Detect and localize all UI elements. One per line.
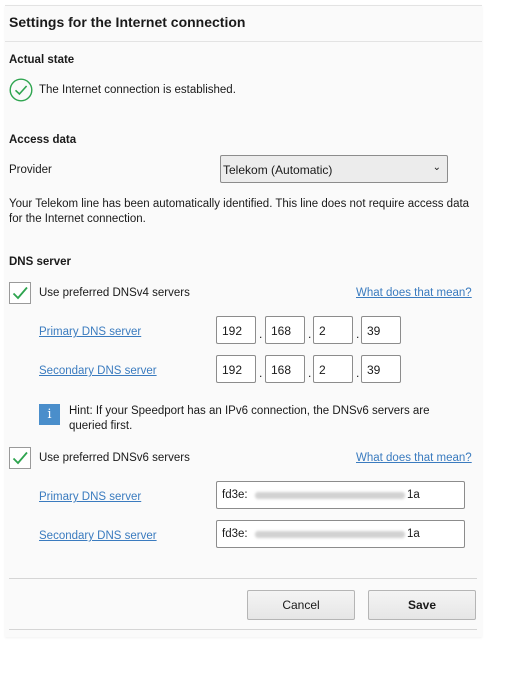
dnsv6-secondary-label[interactable]: Secondary DNS server <box>39 530 157 542</box>
info-icon: i <box>39 404 60 425</box>
octet-separator: . <box>356 366 360 380</box>
actual-state-heading: Actual state <box>9 54 75 66</box>
footer-divider <box>9 578 477 579</box>
chevron-down-icon: ⌄ <box>432 162 441 173</box>
cancel-button[interactable]: Cancel <box>247 590 355 620</box>
access-data-heading: Access data <box>9 134 77 146</box>
dnsv4-secondary-label[interactable]: Secondary DNS server <box>39 365 157 377</box>
octet-separator: . <box>356 327 360 341</box>
provider-select[interactable]: Telekom (Automatic) ⌄ <box>220 155 448 183</box>
octet-separator: . <box>259 327 263 341</box>
provider-description: Your Telekom line has been automatically… <box>9 198 470 225</box>
dnsv4-secondary-octet-2[interactable]: 168 <box>265 355 305 383</box>
connection-status-text: The Internet connection is established. <box>39 84 236 96</box>
dnsv6-help-link[interactable]: What does that mean? <box>356 452 472 464</box>
dnsv4-primary-octet-2[interactable]: 168 <box>265 316 305 344</box>
provider-select-value: Telekom (Automatic) <box>223 163 333 177</box>
dnsv6-secondary-suffix: 1a <box>407 528 420 540</box>
dnsv4-secondary-octet-1[interactable]: 192 <box>216 355 256 383</box>
check-circle-icon <box>9 78 33 102</box>
dnsv4-secondary-octet-3[interactable]: 2 <box>313 355 353 383</box>
checkmark-icon <box>12 451 28 465</box>
page-title: Settings for the Internet connection <box>9 14 246 30</box>
dnsv6-primary-prefix: fd3e: <box>222 489 248 501</box>
dnsv4-checkbox[interactable] <box>9 282 31 304</box>
redacted-address <box>255 531 405 538</box>
title-divider <box>5 41 482 42</box>
dnsv6-primary-suffix: 1a <box>407 489 420 501</box>
dns-server-heading: DNS server <box>9 256 72 268</box>
dnsv6-hint-text: Hint: If your Speedport has an IPv6 conn… <box>69 405 430 432</box>
dnsv4-checkbox-label: Use preferred DNSv4 servers <box>39 287 190 299</box>
dnsv6-secondary-prefix: fd3e: <box>222 528 248 540</box>
checkmark-icon <box>12 286 28 300</box>
octet-separator: . <box>308 366 312 380</box>
dnsv4-primary-octet-4[interactable]: 39 <box>361 316 401 344</box>
dnsv6-secondary-input[interactable]: fd3e: 1a <box>216 520 465 548</box>
dnsv6-checkbox-label: Use preferred DNSv6 servers <box>39 452 190 464</box>
dnsv4-secondary-octet-4[interactable]: 39 <box>361 355 401 383</box>
save-button[interactable]: Save <box>368 590 476 620</box>
octet-separator: . <box>259 366 263 380</box>
dnsv6-checkbox[interactable] <box>9 447 31 469</box>
dnsv6-primary-input[interactable]: fd3e: 1a <box>216 481 465 509</box>
redacted-address <box>255 492 405 499</box>
dnsv4-help-link[interactable]: What does that mean? <box>356 287 472 299</box>
settings-panel: Settings for the Internet connection Act… <box>5 5 482 637</box>
dnsv4-primary-label[interactable]: Primary DNS server <box>39 326 141 338</box>
dnsv6-primary-label[interactable]: Primary DNS server <box>39 491 141 503</box>
octet-separator: . <box>308 327 312 341</box>
provider-label: Provider <box>9 164 52 176</box>
dnsv4-primary-octet-1[interactable]: 192 <box>216 316 256 344</box>
bottom-divider <box>9 629 477 630</box>
dnsv4-primary-octet-3[interactable]: 2 <box>313 316 353 344</box>
